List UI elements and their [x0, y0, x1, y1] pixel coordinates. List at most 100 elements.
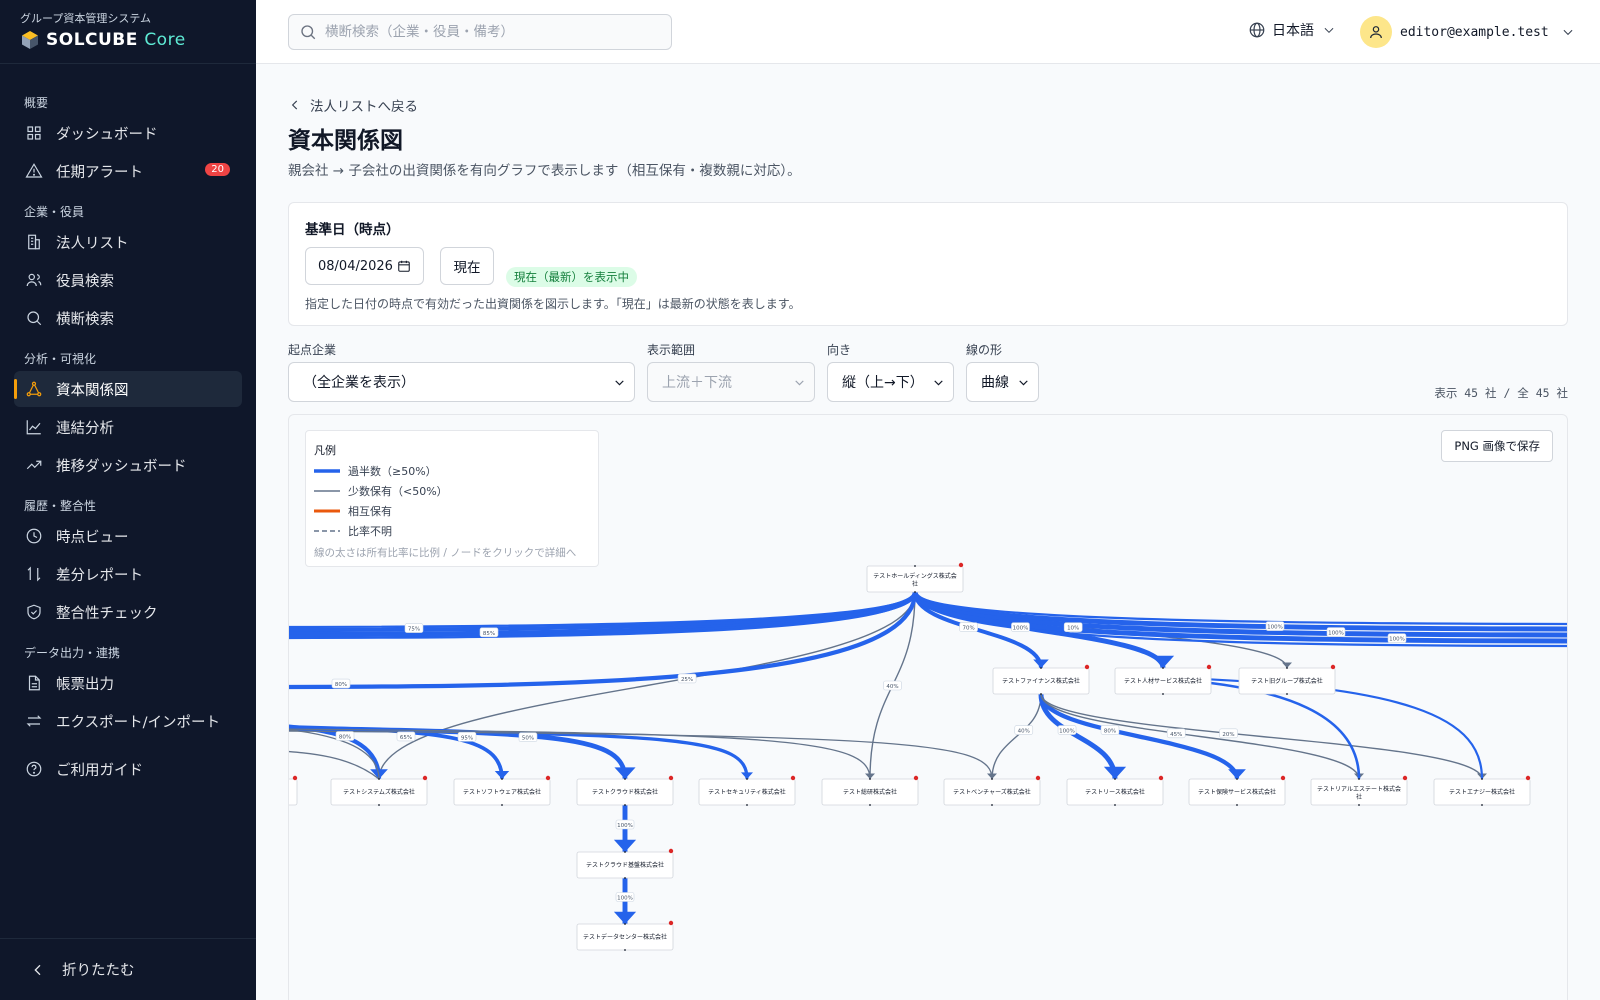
sidebar-item-alert-triangle[interactable]: 任期アラート 20 — [14, 153, 242, 189]
nav-section-title: 企業・役員 — [24, 205, 85, 219]
capital-graph[interactable]: 70% 100% 10% 25% 40% 75% 85% 80% 100% 100% 100% 80%… — [288, 414, 1568, 1000]
language-selector[interactable]: 日本語 — [1248, 20, 1336, 40]
node-status-dot — [1280, 775, 1286, 781]
company-node[interactable]: テストリアルエステート株式会社 — [1310, 775, 1408, 806]
svg-text:75%: 75% — [408, 627, 420, 633]
node-label: テストソフトウェア株式会社 — [463, 788, 541, 796]
node-label: テストクラウド基盤株式会社 — [586, 861, 664, 869]
edge-arrowhead — [1228, 769, 1246, 779]
edge-pct-label: 70% — [959, 622, 978, 632]
ownership-edge[interactable] — [289, 724, 382, 780]
edge-pct-label: 100% — [1265, 621, 1285, 631]
sidebar-item-users[interactable]: 役員検索 — [14, 262, 242, 298]
edge-pct-label: 95% — [457, 731, 477, 742]
company-node[interactable]: テスト総研株式会社 — [821, 775, 919, 806]
search-input[interactable] — [325, 24, 655, 40]
back-link[interactable]: 法人リストへ戻る — [288, 95, 418, 115]
chevron-left-icon — [28, 960, 48, 980]
edge-pct-label: 100% — [615, 892, 635, 902]
company-node[interactable]: テストデータセンター株式会社 — [576, 920, 674, 951]
node-status-dot — [668, 920, 674, 926]
back-link-label: 法人リストへ戻る — [310, 99, 418, 115]
svg-text:45%: 45% — [1170, 732, 1182, 738]
edge-arrowhead — [494, 771, 510, 779]
direction-value: 縦（上→下） — [842, 375, 924, 391]
sidebar-item-label: エクスポート/インポート — [56, 714, 220, 731]
company-node[interactable]: テストリース株式会社 — [1066, 775, 1164, 806]
now-button[interactable]: 現在 — [440, 247, 494, 285]
sidebar-item-trending-up[interactable]: 推移ダッシュボード — [14, 447, 242, 483]
ownership-edge[interactable] — [289, 750, 380, 780]
svg-text:20%: 20% — [1222, 732, 1234, 738]
ownership-edge[interactable] — [1040, 693, 1360, 780]
collapse-button[interactable]: 折りたたむ — [0, 938, 256, 1000]
direction-select[interactable]: 縦（上→下） — [827, 362, 954, 402]
scope-select[interactable]: 上流＋下流 — [647, 362, 815, 402]
sidebar-item-label: 連結分析 — [56, 420, 114, 437]
origin-select[interactable]: （全企業を表示） — [288, 362, 635, 402]
brand[interactable]: グループ資本管理システム SOLCUBE Core — [0, 0, 256, 64]
sidebar-item-shield-check[interactable]: 整合性チェック — [14, 594, 242, 630]
line-shape-label: 線の形 — [966, 343, 1003, 357]
save-png-button[interactable]: PNG 画像で保存 — [1441, 430, 1553, 462]
edge-pct-label: 40% — [883, 680, 902, 691]
company-node[interactable]: テスト旧グループ株式会社 — [1238, 664, 1336, 695]
document-icon — [24, 673, 44, 693]
node-status-dot — [545, 775, 551, 781]
sidebar-item-label: 資本関係図 — [56, 382, 129, 399]
company-node[interactable]: テスト保険サービス株式会社 — [1188, 775, 1286, 806]
line-shape-select[interactable]: 曲線 — [966, 362, 1039, 402]
legend-swatch — [314, 509, 340, 513]
date-card: 基準日（時点） 08/04/2026 現在 現在（最新）を表示中 指定した日付の… — [288, 202, 1568, 326]
svg-text:80%: 80% — [339, 735, 351, 741]
edge-pct-label: 75% — [404, 623, 424, 633]
ownership-edge[interactable] — [1038, 693, 1240, 780]
svg-text:100%: 100% — [1389, 637, 1405, 643]
legend-swatch — [314, 530, 340, 532]
company-node[interactable]: テストソフトウェア株式会社 — [453, 775, 551, 806]
ownership-edge[interactable] — [289, 591, 918, 690]
global-search[interactable] — [288, 14, 672, 50]
alert-triangle-icon — [24, 161, 44, 181]
company-node[interactable]: テストセキュリティ株式会社 — [698, 775, 796, 806]
sidebar-item-line-chart[interactable]: 連結分析 — [14, 409, 242, 445]
date-note: 指定した日付の時点で有効だった出資関係を図示します。「現在」は最新の状態を表しま… — [305, 297, 801, 311]
nav-section-title: 分析・可視化 — [24, 352, 97, 366]
company-node[interactable] — [289, 775, 298, 806]
company-node[interactable]: テストファイナンス株式会社 — [992, 664, 1090, 695]
ownership-edge[interactable] — [1040, 693, 1483, 780]
page-title: 資本関係図 — [288, 128, 403, 154]
chevron-down-icon — [1324, 27, 1334, 33]
edge-pct-label: 40% — [1014, 725, 1034, 735]
company-node[interactable]: テストベンチャーズ株式会社 — [943, 775, 1041, 806]
chevron-down-icon — [1563, 29, 1573, 36]
line-chart-icon — [24, 417, 44, 437]
sidebar-item-document[interactable]: 帳票出力 — [14, 665, 242, 701]
sidebar-item-swap-vertical[interactable]: 差分レポート — [14, 556, 242, 592]
sidebar-item-help-circle[interactable]: ご利用ガイド — [14, 751, 242, 787]
company-node[interactable]: テストシステムズ株式会社 — [330, 775, 428, 806]
sidebar-item-search[interactable]: 横断検索 — [14, 300, 242, 336]
scope-value: 上流＋下流 — [662, 375, 732, 391]
company-node[interactable]: テストクラウド基盤株式会社 — [576, 848, 674, 879]
svg-text:80%: 80% — [1104, 729, 1116, 735]
sidebar-item-label: 時点ビュー — [56, 529, 129, 546]
search-icon — [24, 308, 44, 328]
sidebar-item-label: ダッシュボード — [56, 126, 158, 143]
company-node[interactable]: テストエナジー株式会社 — [1433, 775, 1531, 806]
node-status-dot — [1206, 664, 1212, 670]
swap-horizontal-icon — [24, 711, 44, 731]
sidebar-item-clock[interactable]: 時点ビュー — [14, 518, 242, 554]
sidebar-item-building[interactable]: 法人リスト — [14, 224, 242, 260]
sidebar-item-grid[interactable]: ダッシュボード — [14, 115, 242, 151]
svg-text:85%: 85% — [483, 631, 495, 637]
user-menu[interactable]: editor@example.test — [1360, 16, 1575, 48]
company-node[interactable]: テスト人材サービス株式会社 — [1114, 664, 1212, 695]
company-node[interactable]: テストホールディングス株式会社 — [866, 562, 964, 593]
date-input[interactable]: 08/04/2026 — [305, 247, 424, 285]
ownership-edge[interactable] — [991, 693, 1042, 780]
company-node[interactable]: テストクラウド株式会社 — [576, 775, 674, 806]
chevron-down-icon — [1019, 380, 1028, 386]
sidebar-item-swap-horizontal[interactable]: エクスポート/インポート — [14, 703, 242, 739]
sidebar-item-network[interactable]: 資本関係図 — [14, 371, 242, 407]
